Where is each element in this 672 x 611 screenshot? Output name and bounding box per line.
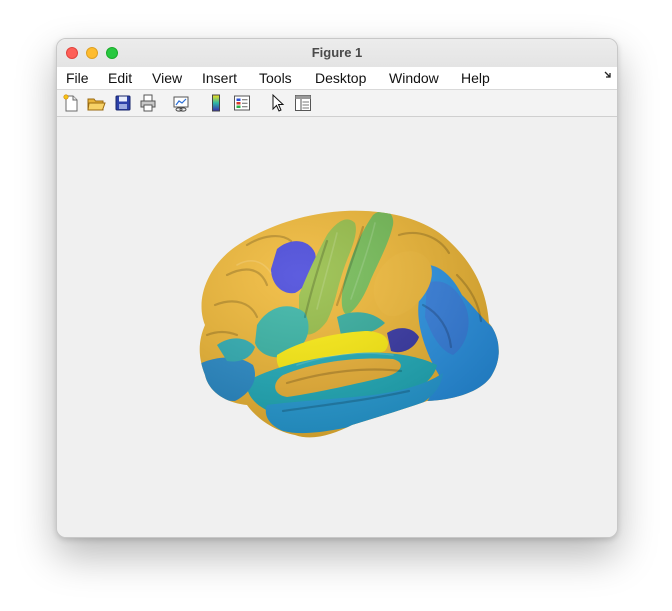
brain-surface-image[interactable] [187, 205, 507, 440]
new-figure-icon[interactable] [61, 93, 81, 113]
property-inspector-icon[interactable] [293, 93, 313, 113]
figure-canvas[interactable] [57, 117, 617, 537]
colorbar-icon[interactable] [206, 93, 226, 113]
legend-icon[interactable] [232, 93, 252, 113]
link-plot-icon[interactable] [171, 93, 191, 113]
save-icon[interactable] [113, 93, 133, 113]
figure-window: Figure 1 File Edit View Insert Tools Des… [56, 38, 618, 538]
menu-desktop[interactable]: Desktop [315, 67, 366, 89]
dock-arrow-icon[interactable] [603, 70, 613, 80]
print-icon[interactable] [138, 93, 158, 113]
menu-window[interactable]: Window [389, 67, 439, 89]
edit-plot-arrow-icon[interactable] [268, 93, 288, 113]
menu-view[interactable]: View [152, 67, 182, 89]
menu-tools[interactable]: Tools [259, 67, 292, 89]
menu-bar: File Edit View Insert Tools Desktop Wind… [57, 67, 617, 90]
window-title: Figure 1 [311, 45, 363, 60]
menu-insert[interactable]: Insert [202, 67, 237, 89]
open-file-icon[interactable] [86, 93, 106, 113]
menu-file[interactable]: File [66, 67, 89, 89]
title-bar[interactable]: Figure 1 [57, 39, 617, 68]
figure-toolbar [57, 90, 617, 117]
menu-help[interactable]: Help [461, 67, 490, 89]
menu-edit[interactable]: Edit [108, 67, 132, 89]
